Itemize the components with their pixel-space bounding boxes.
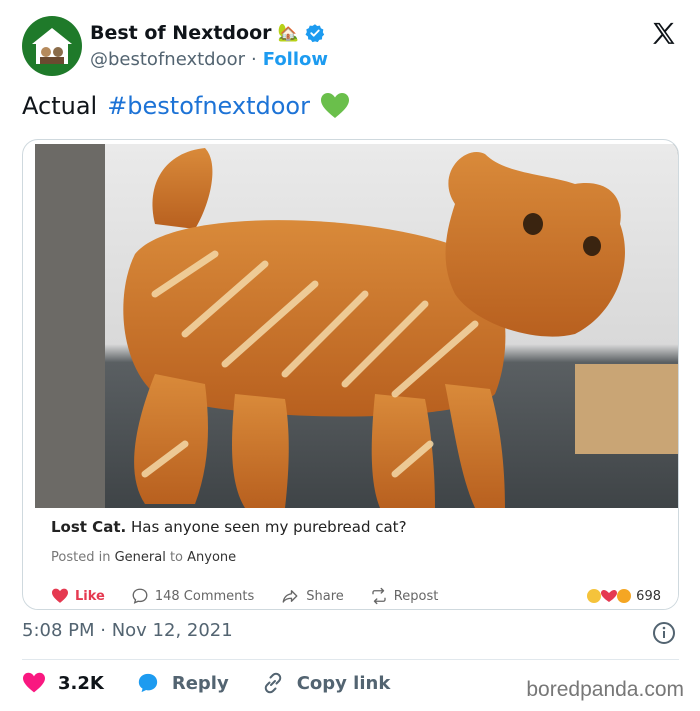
reactions-summary[interactable]: 698 <box>586 588 661 604</box>
reaction-emojis-icon <box>587 589 632 603</box>
handle[interactable]: @bestofnextdoor <box>90 49 245 70</box>
post-title-bold: Lost Cat. <box>51 518 127 536</box>
follow-button[interactable]: Follow <box>263 49 328 70</box>
name-row: Best of Nextdoor 🏡 <box>90 22 325 44</box>
post-like-label: Like <box>75 588 105 604</box>
copy-link-button[interactable]: Copy link <box>261 671 391 695</box>
divider <box>22 659 679 660</box>
separator-dot: · <box>251 49 257 70</box>
reply-bubble-icon <box>138 673 158 693</box>
display-name[interactable]: Best of Nextdoor <box>90 22 272 44</box>
red-heart-icon <box>52 588 68 603</box>
watermark: boredpanda.com <box>526 678 684 701</box>
post-like-button[interactable]: Like <box>51 588 105 604</box>
post-title-rest: Has anyone seen my purebread cat? <box>130 518 407 536</box>
bread-cat-photo[interactable] <box>35 144 678 508</box>
tweet-header: Best of Nextdoor 🏡 @bestofnextdoor · Fol… <box>22 16 682 78</box>
handle-row: @bestofnextdoor · Follow <box>90 49 328 70</box>
reply-button[interactable]: Reply <box>136 672 229 694</box>
house-emoji-icon: 🏡 <box>277 23 299 43</box>
media-card[interactable]: Lost Cat. Has anyone seen my purebread c… <box>22 139 679 610</box>
copy-link-label: Copy link <box>296 672 391 694</box>
comment-bubble-icon <box>132 588 148 604</box>
category-link[interactable]: General <box>115 550 166 565</box>
timestamp[interactable]: 5:08 PM · Nov 12, 2021 <box>22 620 233 641</box>
reaction-count: 698 <box>636 588 661 604</box>
post-comments-label: 148 Comments <box>154 588 255 604</box>
reply-label: Reply <box>171 672 229 694</box>
post-action-bar: Like 148 Comments Share Repost 698 <box>51 587 661 605</box>
tweet-text-prefix: Actual <box>22 92 98 120</box>
heart-icon <box>23 672 45 693</box>
to-word: to <box>169 550 184 565</box>
engagement-bar: 3.2K Reply Copy link <box>22 671 422 695</box>
post-repost-label: Repost <box>393 588 439 604</box>
post-share-label: Share <box>306 588 344 604</box>
like-count: 3.2K <box>58 672 104 694</box>
post-share-button[interactable]: Share <box>280 587 344 605</box>
audience-link[interactable]: Anyone <box>187 550 236 565</box>
verified-badge-icon <box>305 24 324 43</box>
tweet-text: Actual #bestofnextdoor <box>22 92 350 120</box>
post-title: Lost Cat. Has anyone seen my purebread c… <box>51 518 407 536</box>
nextdoor-house-logo <box>32 28 72 64</box>
posted-prefix: Posted in <box>51 550 111 565</box>
repost-icon <box>372 587 386 605</box>
post-repost-button[interactable]: Repost <box>370 587 439 605</box>
embedded-post: Lost Cat. Has anyone seen my purebread c… <box>35 508 678 609</box>
green-heart-icon <box>320 93 349 118</box>
avatar[interactable] <box>22 16 82 76</box>
posted-in-line: Posted in General to Anyone <box>51 550 236 565</box>
x-logo-icon[interactable] <box>650 20 678 48</box>
info-icon[interactable] <box>652 621 676 645</box>
link-icon <box>264 672 281 694</box>
share-arrow-icon <box>282 590 298 603</box>
like-button[interactable]: 3.2K <box>22 672 104 694</box>
post-comments-button[interactable]: 148 Comments <box>131 587 254 605</box>
hashtag-link[interactable]: #bestofnextdoor <box>107 92 310 120</box>
